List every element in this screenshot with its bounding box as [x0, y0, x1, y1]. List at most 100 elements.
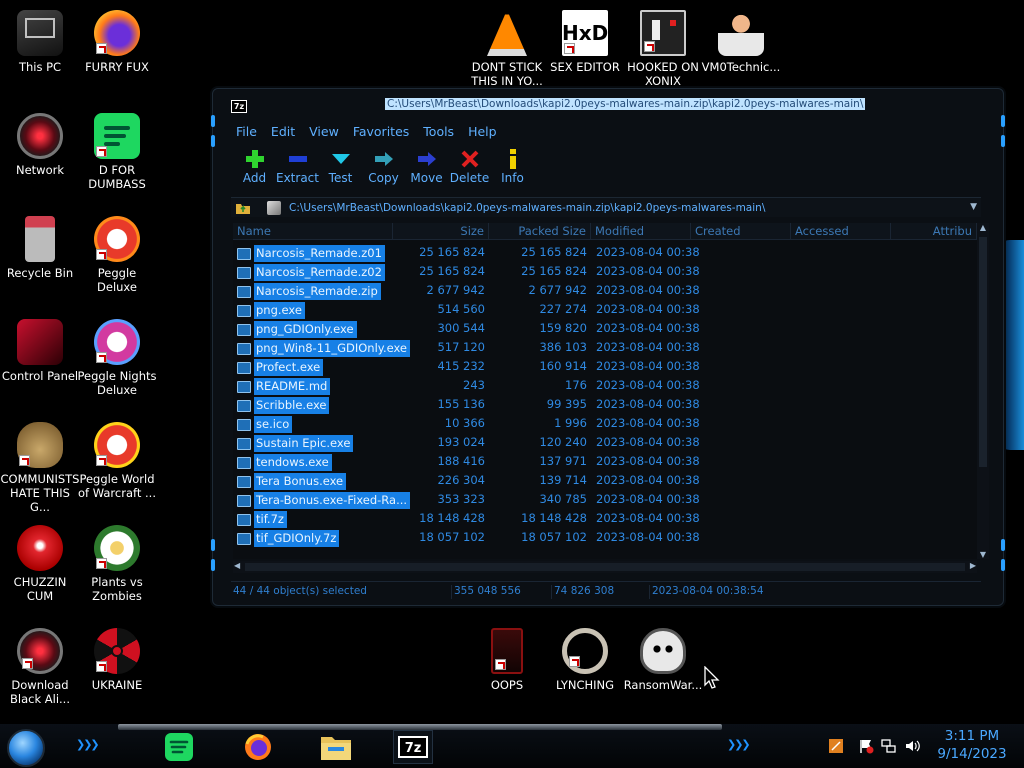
tray-network-icon[interactable] [880, 738, 896, 754]
table-row[interactable]: Tera-Bonus.exe-Fixed-Ra... 353 323 340 785… [233, 490, 977, 509]
column-name[interactable]: Name [233, 223, 393, 240]
scroll-right-icon[interactable]: ▶ [970, 561, 976, 570]
scroll-up-icon[interactable]: ▲ [977, 223, 989, 232]
table-row[interactable]: Narcosis_Remade.zip 2 677 942 2 677 942 202… [233, 281, 977, 300]
desktop-icon-this-pc[interactable]: This PC [0, 10, 80, 74]
file-name-cell[interactable]: Tera-Bonus.exe-Fixed-Ra... [233, 492, 411, 509]
desktop-icon-furry-fux[interactable]: FURRY FUX [77, 10, 157, 74]
desktop-icon-plants-vs-zombies[interactable]: Plants vs Zombies [77, 525, 157, 603]
file-name-cell[interactable]: Scribble.exe [233, 397, 330, 414]
table-row[interactable]: README.md 243 176 2023-08-04 00:38 [233, 376, 977, 395]
table-row[interactable]: se.ico 10 366 1 996 2023-08-04 00:38 [233, 414, 977, 433]
desktop-icon-vm0technic[interactable]: VM0Technic... [701, 10, 781, 74]
desktop-icon-download-black[interactable]: Download Black Ali... [0, 628, 80, 706]
address-dropdown-icon[interactable]: ▼ [970, 202, 977, 212]
file-name-cell[interactable]: Sustain Epic.exe [233, 435, 354, 452]
table-row[interactable]: tif_GDIOnly.7z 18 057 102 18 057 102 2023-0… [233, 528, 977, 547]
desktop-icon-sex-editor[interactable]: HxD SEX EDITOR [545, 10, 625, 74]
file-name-cell[interactable]: png_GDIOnly.exe [233, 321, 357, 338]
copy-button[interactable]: Copy [362, 147, 405, 189]
file-name-cell[interactable]: tif.7z [233, 511, 287, 528]
folder-up-icon[interactable] [233, 199, 253, 217]
taskbar-7zip[interactable]: 7z [393, 730, 433, 764]
table-row[interactable]: Narcosis_Remade.z01 25 165 824 25 165 824 2… [233, 243, 977, 262]
vertical-scrollbar[interactable]: ▲ ▼ [977, 223, 989, 559]
7zip-window[interactable]: 7z C:\Users\MrBeast\Downloads\kapi2.0pey… [211, 88, 1005, 606]
desktop-icon-ransomware[interactable]: RansomWar... [623, 628, 703, 692]
column-size[interactable]: Size [393, 223, 489, 240]
column-attributes[interactable]: Attribu [891, 223, 977, 240]
window-titlebar[interactable]: 7z C:\Users\MrBeast\Downloads\kapi2.0pey… [231, 97, 985, 115]
file-name-cell[interactable]: tendows.exe [233, 454, 332, 471]
table-row[interactable]: Profect.exe 415 232 160 914 2023-08-04 00:3… [233, 357, 977, 376]
delete-button[interactable]: Delete [448, 147, 491, 189]
desktop-icon-recycle-bin[interactable]: Recycle Bin [0, 216, 80, 280]
test-button[interactable]: Test [319, 147, 362, 189]
desktop-icon-network[interactable]: Network [0, 113, 80, 177]
file-name-cell[interactable]: Narcosis_Remade.zip [233, 283, 381, 300]
file-name-cell[interactable]: png.exe [233, 302, 305, 319]
column-modified[interactable]: Modified [591, 223, 691, 240]
desktop-icon-dont-stick[interactable]: DONT STICK THIS IN YO... [467, 10, 547, 88]
table-row[interactable]: png_GDIOnly.exe 300 544 159 820 2023-08-04 … [233, 319, 977, 338]
taskbar-file-explorer[interactable] [316, 730, 356, 764]
scroll-down-icon[interactable]: ▼ [977, 550, 989, 559]
desktop-icon-ukraine[interactable]: UKRAINE [77, 628, 157, 692]
file-name-cell[interactable]: tif_GDIOnly.7z [233, 530, 340, 547]
menu-file[interactable]: File [236, 124, 257, 139]
start-orb-button[interactable] [7, 729, 45, 767]
address-bar[interactable]: C:\Users\MrBeast\Downloads\kapi2.0peys-m… [231, 197, 981, 217]
menu-tools[interactable]: Tools [423, 124, 454, 139]
scroll-left-icon[interactable]: ◀ [234, 561, 240, 570]
info-button[interactable]: Info [491, 147, 534, 189]
file-name: png_Win8-11_GDIOnly.exe [254, 340, 411, 357]
move-button[interactable]: Move [405, 147, 448, 189]
desktop-icon-peggle-nights[interactable]: Peggle Nights Deluxe [77, 319, 157, 397]
taskbar-spotify[interactable] [159, 730, 199, 764]
add-button[interactable]: Add [233, 147, 276, 189]
desktop-icon-lynching[interactable]: LYNCHING [545, 628, 625, 692]
column-created[interactable]: Created [691, 223, 791, 240]
file-name-cell[interactable]: se.ico [233, 416, 293, 433]
7zip-app-icon[interactable]: 7z [231, 99, 247, 113]
table-row[interactable]: Narcosis_Remade.z02 25 165 824 25 165 824 2… [233, 262, 977, 281]
table-row[interactable]: Scribble.exe 155 136 99 395 2023-08-04 00:3… [233, 395, 977, 414]
desktop-icon-hooked-on-xonix[interactable]: HOOKED ON XONIX [623, 10, 703, 88]
horizontal-scroll-thumb[interactable] [245, 563, 965, 571]
file-name-cell[interactable]: png_Win8-11_GDIOnly.exe [233, 340, 411, 357]
column-packed-size[interactable]: Packed Size [489, 223, 591, 240]
desktop-icon-d-for-dumbass[interactable]: D FOR DUMBASS [77, 113, 157, 191]
table-row[interactable]: png.exe 514 560 227 274 2023-08-04 00:38 [233, 300, 977, 319]
file-name-cell[interactable]: Narcosis_Remade.z02 [233, 264, 385, 281]
desktop-icon-peggle-wow[interactable]: Peggle World of Warcraft ... [77, 422, 157, 500]
column-accessed[interactable]: Accessed [791, 223, 891, 240]
file-list[interactable]: Name Size Packed Size Modified Created A… [233, 223, 977, 559]
file-name-cell[interactable]: Narcosis_Remade.z01 [233, 245, 385, 262]
menu-edit[interactable]: Edit [271, 124, 295, 139]
table-row[interactable]: png_Win8-11_GDIOnly.exe 517 120 386 103 202… [233, 338, 977, 357]
horizontal-scrollbar[interactable]: ◀ ▶ [233, 561, 977, 573]
vertical-scroll-thumb[interactable] [979, 237, 987, 467]
file-name-cell[interactable]: README.md [233, 378, 331, 395]
desktop-icon-communists[interactable]: COMMUNISTS HATE THIS G... [0, 422, 80, 514]
file-name-cell[interactable]: Tera Bonus.exe [233, 473, 347, 490]
file-name-cell[interactable]: Profect.exe [233, 359, 324, 376]
extract-button[interactable]: Extract [276, 147, 319, 189]
taskbar-clock[interactable]: 3:11 PM 9/14/2023 [930, 727, 1014, 763]
tray-flag-icon[interactable] [858, 738, 874, 754]
tray-app-icon[interactable] [828, 738, 844, 754]
table-row[interactable]: tif.7z 18 148 428 18 148 428 2023-08-04 00:… [233, 509, 977, 528]
taskbar-firefox[interactable] [238, 730, 278, 764]
desktop-icon-control-panel[interactable]: Control Panel [0, 319, 80, 383]
tray-volume-icon[interactable] [904, 738, 920, 754]
table-row[interactable]: tendows.exe 188 416 137 971 2023-08-04 00:3… [233, 452, 977, 471]
menu-view[interactable]: View [309, 124, 339, 139]
desktop-icon-peggle-deluxe[interactable]: Peggle Deluxe [77, 216, 157, 294]
table-row[interactable]: Tera Bonus.exe 226 304 139 714 2023-08-04 0… [233, 471, 977, 490]
table-row[interactable]: Sustain Epic.exe 193 024 120 240 2023-08-04… [233, 433, 977, 452]
menu-help[interactable]: Help [468, 124, 497, 139]
menu-favorites[interactable]: Favorites [353, 124, 409, 139]
desktop-icon-oops[interactable]: OOPS [467, 628, 547, 692]
address-path[interactable]: C:\Users\MrBeast\Downloads\kapi2.0peys-m… [289, 202, 765, 214]
desktop-icon-chuzzin-cum[interactable]: CHUZZIN CUM [0, 525, 80, 603]
